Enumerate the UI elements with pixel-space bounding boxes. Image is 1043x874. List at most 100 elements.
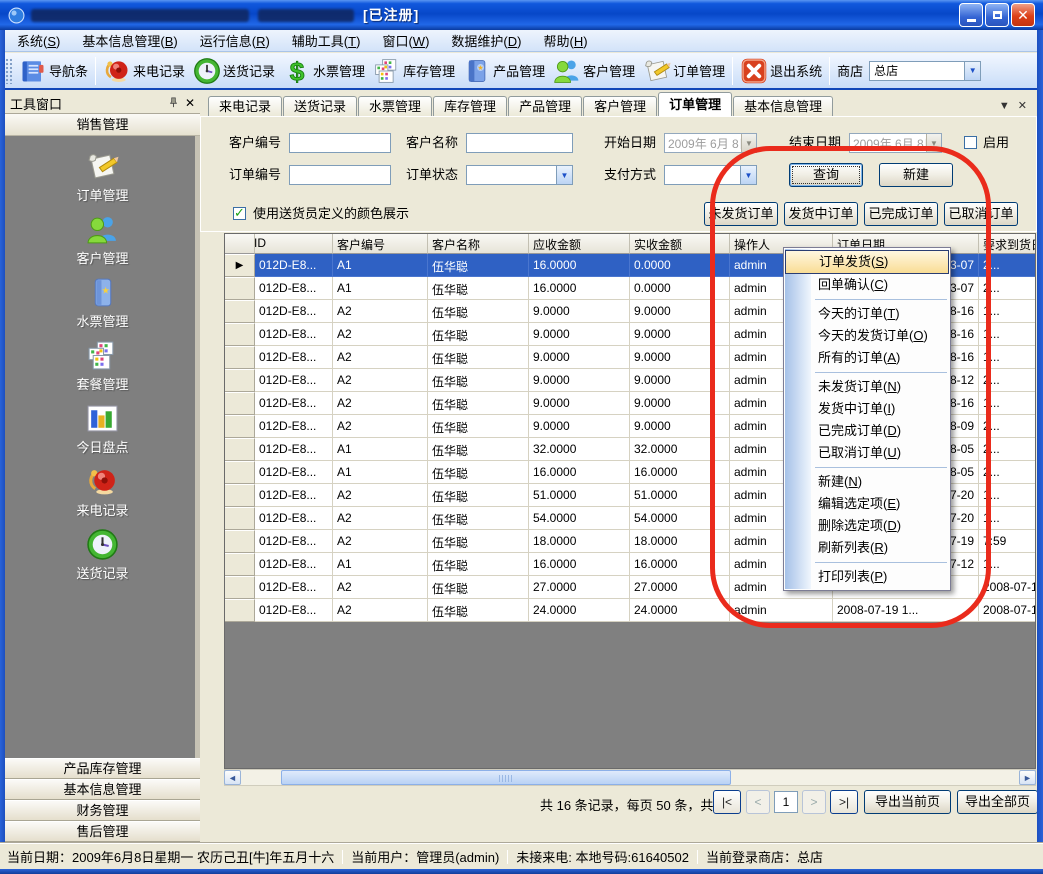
sidebar-section-bar[interactable]: 产品库存管理 [5, 758, 200, 779]
scrollbar-thumb[interactable] [281, 770, 731, 785]
courier-color-checkbox[interactable] [233, 207, 246, 220]
query-button[interactable]: 查询 [789, 163, 863, 187]
column-header[interactable]: 客户编号 [333, 234, 428, 254]
context-menu-item[interactable]: 新建(N) [784, 471, 950, 493]
tab-5[interactable]: 产品管理 [508, 96, 582, 116]
sidebar-section-bar[interactable]: 售后管理 [5, 821, 200, 842]
row-selector-cell[interactable] [225, 300, 255, 323]
menubar-item[interactable]: 基本信息管理(B) [71, 29, 188, 52]
context-menu-item[interactable]: 未发货订单(N) [784, 376, 950, 398]
pay-method-select[interactable]: ▼ [664, 165, 757, 185]
scroll-right-icon[interactable]: ► [1019, 770, 1036, 785]
tab-list-dropdown-icon[interactable]: ▼ [999, 100, 1010, 112]
row-selector-cell[interactable] [225, 484, 255, 507]
row-selector-cell[interactable] [225, 415, 255, 438]
shop-select[interactable]: 总店 ▼ [869, 61, 981, 81]
toolbar-button-grid[interactable]: 库存管理 [369, 55, 459, 87]
context-menu-item[interactable]: 已取消订单(U) [784, 442, 950, 464]
customer-name-input[interactable] [466, 133, 573, 153]
sidebar-item-scroll[interactable]: 订单管理 [5, 150, 200, 213]
toolbar-button-navbar[interactable]: 导航条 [15, 55, 92, 87]
maximize-button[interactable] [985, 3, 1009, 27]
export-all-pages-button[interactable]: 导出全部页 [957, 790, 1038, 814]
context-menu-item[interactable]: 打印列表(P) [784, 566, 950, 588]
row-selector-cell[interactable] [225, 461, 255, 484]
new-button[interactable]: 新建 [879, 163, 953, 187]
sidebar-section-bar[interactable]: 基本信息管理 [5, 779, 200, 800]
column-header[interactable]: 客户名称 [428, 234, 529, 254]
chevron-down-icon[interactable]: ▼ [556, 166, 572, 184]
toolbar-button-scroll[interactable]: 订单管理 [639, 55, 729, 87]
sidebar-item-bell[interactable]: 来电记录 [5, 465, 200, 528]
menubar-item[interactable]: 帮助(H) [532, 29, 598, 52]
tab-1[interactable]: 来电记录 [208, 96, 282, 116]
context-menu-item[interactable]: 刷新列表(R) [784, 537, 950, 559]
order-status-select[interactable]: ▼ [466, 165, 573, 185]
column-header[interactable]: 实收金额 [630, 234, 730, 254]
menubar-item[interactable]: 窗口(W) [371, 29, 440, 52]
tab-close-icon[interactable]: ✕ [1018, 99, 1027, 112]
status-filter-button[interactable]: 未发货订单 [704, 202, 778, 226]
scroll-left-icon[interactable]: ◄ [224, 770, 241, 785]
column-header[interactable]: 应收金额 [529, 234, 630, 254]
toolbar-button-bell[interactable]: 来电记录 [99, 55, 189, 87]
tab-4[interactable]: 库存管理 [433, 96, 507, 116]
prev-page-button[interactable]: < [746, 790, 770, 814]
sidebar-item-chart[interactable]: 今日盘点 [5, 402, 200, 465]
row-selector-cell[interactable] [225, 323, 255, 346]
row-selector-cell[interactable] [225, 392, 255, 415]
context-menu-item[interactable]: 回单确认(C) [784, 274, 950, 296]
table-row[interactable]: 012D-E8...A2伍华聪24.000024.0000admin2008-0… [225, 599, 1035, 622]
sidebar-item-grid[interactable]: 套餐管理 [5, 339, 200, 402]
minimize-button[interactable] [959, 3, 983, 27]
context-menu-item[interactable]: 编辑选定项(E) [784, 493, 950, 515]
sidebar-item-clock[interactable]: 送货记录 [5, 528, 200, 591]
status-filter-button[interactable]: 已取消订单 [944, 202, 1018, 226]
toolbar-button-book[interactable]: ★产品管理 [459, 55, 549, 87]
tab-8[interactable]: 基本信息管理 [733, 96, 833, 116]
column-header[interactable]: ID [255, 234, 333, 254]
context-menu-item[interactable]: 所有的订单(A) [784, 347, 950, 369]
context-menu-item[interactable]: 已完成订单(D) [784, 420, 950, 442]
enable-date-checkbox[interactable] [964, 136, 977, 149]
row-selector-cell[interactable] [225, 438, 255, 461]
tab-6[interactable]: 客户管理 [583, 96, 657, 116]
sidebar-section-bar[interactable]: 财务管理 [5, 800, 200, 821]
toolbar-grip[interactable] [5, 58, 12, 84]
row-selector-cell[interactable]: ▶ [225, 254, 255, 277]
pin-icon[interactable] [168, 96, 179, 111]
toolbar-button-people[interactable]: 客户管理 [549, 55, 639, 87]
chevron-down-icon[interactable]: ▼ [740, 166, 756, 184]
row-selector-cell[interactable] [225, 346, 255, 369]
tab-2[interactable]: 送货记录 [283, 96, 357, 116]
status-filter-button[interactable]: 已完成订单 [864, 202, 938, 226]
status-filter-button[interactable]: 发货中订单 [784, 202, 858, 226]
next-page-button[interactable]: > [802, 790, 826, 814]
sidebar-scrollbar[interactable] [195, 136, 200, 758]
customer-no-input[interactable] [289, 133, 391, 153]
export-current-page-button[interactable]: 导出当前页 [864, 790, 951, 814]
menubar-item[interactable]: 运行信息(R) [189, 29, 281, 52]
context-menu-item[interactable]: 今天的订单(T) [784, 303, 950, 325]
row-selector-cell[interactable] [225, 576, 255, 599]
horizontal-scrollbar[interactable]: ◄ ► [224, 769, 1036, 786]
sidebar-section-sales[interactable]: 销售管理 [5, 114, 200, 136]
toolbar-button-dollar[interactable]: $水票管理 [279, 55, 369, 87]
toolbar-button-clock[interactable]: 送货记录 [189, 55, 279, 87]
menubar-item[interactable]: 辅助工具(T) [281, 29, 372, 52]
context-menu-item[interactable]: 今天的发货订单(O) [784, 325, 950, 347]
row-selector-cell[interactable] [225, 530, 255, 553]
tab-7[interactable]: 订单管理 [658, 92, 732, 116]
menubar-item[interactable]: 系统(S) [6, 29, 71, 52]
last-page-button[interactable]: >| [830, 790, 858, 814]
first-page-button[interactable]: |< [713, 790, 741, 814]
order-no-input[interactable] [289, 165, 391, 185]
context-menu-item[interactable]: 订单发货(S) [785, 250, 949, 274]
sidebar-item-people[interactable]: 客户管理 [5, 213, 200, 276]
row-selector-cell[interactable] [225, 553, 255, 576]
close-icon[interactable]: ✕ [185, 96, 195, 110]
column-header[interactable]: 要求到货日期 [979, 234, 1036, 254]
context-menu-item[interactable]: 删除选定项(D) [784, 515, 950, 537]
tab-3[interactable]: 水票管理 [358, 96, 432, 116]
close-button[interactable]: ✕ [1011, 3, 1035, 27]
